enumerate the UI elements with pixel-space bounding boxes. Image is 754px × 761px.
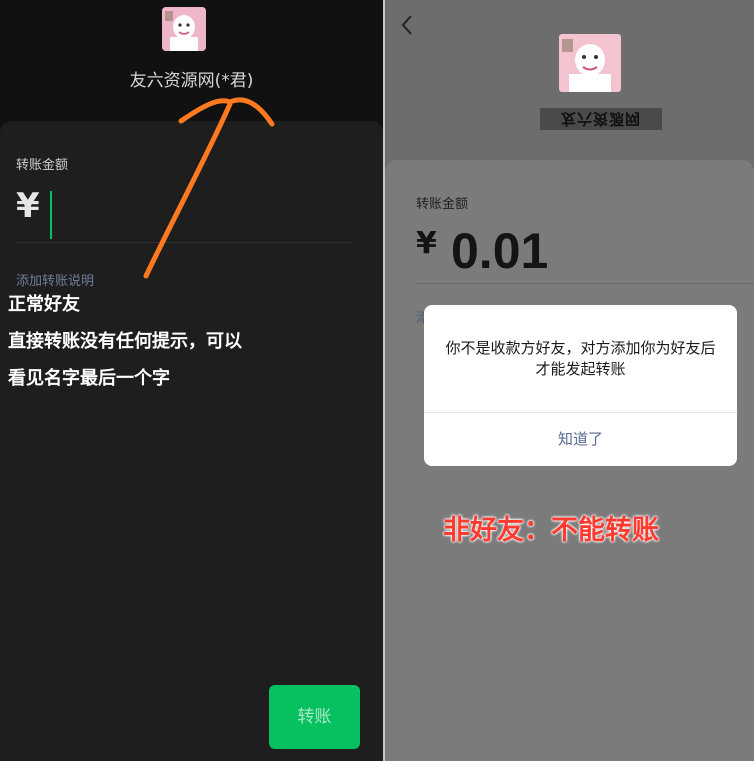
annotation-line-2: 直接转账没有任何提示，可以 (8, 331, 242, 352)
not-friend-dialog: 你不是收款方好友，对方添加你为好友后才能发起转账 知道了 (424, 305, 737, 466)
payee-avatar (162, 7, 206, 51)
annotation-line-1: 正常好友 (8, 294, 80, 315)
payee-avatar (559, 34, 621, 92)
warning-annotation: 非好友：不能转账 (443, 515, 659, 546)
transfer-card (0, 121, 383, 761)
amount-divider (416, 283, 754, 284)
amount-label: 转账金额 (16, 158, 69, 173)
dialog-message: 你不是收款方好友，对方添加你为好友后才能发起转账 (445, 339, 716, 378)
transfer-button[interactable]: 转账 (269, 685, 360, 749)
amount-divider (16, 242, 352, 243)
left-screen: 友六资源网(*君) 转账金额 ¥ 添加转账说明 正常好友 直接转账没有任何提示，… (0, 0, 383, 761)
annotation-line-3: 看见名字最后一个字 (8, 368, 170, 389)
currency-symbol: ¥ (16, 186, 40, 226)
add-note-link[interactable]: 添加转账说明 (16, 270, 94, 289)
dialog-ok-button[interactable]: 知道了 (424, 413, 737, 466)
amount-value[interactable]: 0.01 (451, 222, 548, 280)
right-screen: 友六资源网 转账金额 ¥ 0.01 添 你不是收款方好友，对方添加你为好友后才能… (385, 0, 754, 761)
payee-name-mirrored: 友六资源网 (540, 108, 662, 130)
amount-label: 转账金额 (416, 197, 469, 212)
amount-input-cursor[interactable] (50, 191, 52, 239)
chevron-left-icon[interactable] (395, 10, 421, 40)
currency-symbol: ¥ (416, 226, 437, 261)
payee-name: 友六资源网(*君) (129, 71, 254, 91)
